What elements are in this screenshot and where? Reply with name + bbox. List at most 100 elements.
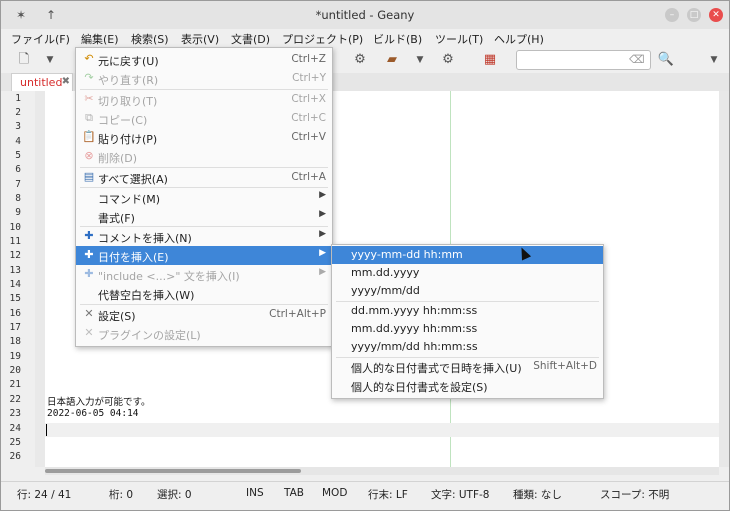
line-number: 11 xyxy=(9,236,21,247)
menu-item-plugin-preferences[interactable]: ✕ プラグインの設定(L) xyxy=(76,324,332,343)
build-dropdown-arrow-icon[interactable]: ▼ xyxy=(409,50,431,70)
date-format-item[interactable]: dd.mm.yyyy hh:mm:ss xyxy=(332,302,603,320)
line-number: 16 xyxy=(9,308,21,319)
menu-item-preferences[interactable]: ✕ 設定(S) Ctrl+Alt+P xyxy=(76,305,332,324)
copy-label: コピー(C) xyxy=(98,114,148,127)
line-number: 25 xyxy=(9,437,21,448)
menu-item-insert-date[interactable]: ✚ 日付を挿入(E) ▶ xyxy=(76,246,332,265)
line-number: 9 xyxy=(15,207,21,218)
status-insert-mode: INS xyxy=(246,487,264,499)
maximize-button[interactable]: □ xyxy=(687,8,701,22)
horizontal-scrollbar[interactable] xyxy=(45,467,719,475)
menu-help[interactable]: ヘルプ(H) xyxy=(494,31,544,47)
menu-document[interactable]: 文書(D) xyxy=(231,31,270,47)
menu-item-insert-include[interactable]: ✚ "include <...>" 文を挿入(I) ▶ xyxy=(76,265,332,284)
undo-icon: ↶ xyxy=(84,52,94,65)
status-modified: MOD xyxy=(322,487,348,499)
select-all-shortcut: Ctrl+A xyxy=(291,171,326,183)
status-indent-mode: TAB xyxy=(284,487,304,499)
text-cursor xyxy=(46,424,47,436)
paste-shortcut: Ctrl+V xyxy=(291,131,326,143)
menu-item-insert-alt-space[interactable]: 代替空白を挿入(W) xyxy=(76,284,332,303)
line-number: 26 xyxy=(9,451,21,462)
custom-date-insert-shortcut: Shift+Alt+D xyxy=(533,360,597,372)
line-number: 23 xyxy=(9,408,21,419)
paste-icon: 📋 xyxy=(82,130,96,143)
geany-window: ✶ ↑ *untitled - Geany – □ ✕ ファイル(F) 編集(E… xyxy=(0,0,730,511)
date-format-item[interactable]: yyyy-mm-dd hh:mm xyxy=(332,246,603,264)
current-line-highlight xyxy=(45,423,719,437)
date-format-label: yyyy-mm-dd hh:mm xyxy=(351,248,463,261)
tab-untitled[interactable]: untitled ✖ xyxy=(11,73,73,92)
new-file-icon[interactable]: 🗋 xyxy=(13,50,35,70)
menu-item-cut[interactable]: ✂ 切り取り(T) Ctrl+X xyxy=(76,90,332,109)
new-from-template-arrow-icon[interactable]: ▼ xyxy=(39,50,61,70)
menu-item-format[interactable]: 書式(F) ▶ xyxy=(76,207,332,226)
line-number: 3 xyxy=(15,121,21,132)
line-number: 14 xyxy=(9,279,21,290)
line-number: 2 xyxy=(15,107,21,118)
custom-date-set-item[interactable]: 個人的な日付書式を設定(S) xyxy=(332,377,603,395)
cut-icon: ✂ xyxy=(84,92,94,105)
format-label: 書式(F) xyxy=(98,212,135,225)
line-number: 13 xyxy=(9,265,21,276)
execute-icon[interactable]: ⚙ xyxy=(437,50,459,70)
compile-icon[interactable]: ⚙ xyxy=(349,50,371,70)
menu-tools[interactable]: ツール(T) xyxy=(435,31,483,47)
date-format-item[interactable]: yyyy/mm/dd xyxy=(332,282,603,300)
cut-shortcut: Ctrl+X xyxy=(291,93,326,105)
submenu-arrow-icon: ▶ xyxy=(319,267,326,277)
select-all-icon: ▤ xyxy=(83,170,95,183)
date-format-label: dd.mm.yyyy hh:mm:ss xyxy=(351,304,478,317)
menu-search[interactable]: 検索(S) xyxy=(131,31,169,47)
custom-date-insert-item[interactable]: 個人的な日付書式で日時を挿入(U) Shift+Alt+D xyxy=(332,358,603,376)
close-icon: ✕ xyxy=(712,10,720,20)
menu-file[interactable]: ファイル(F) xyxy=(11,31,70,47)
date-format-label: yyyy/mm/dd xyxy=(351,284,420,297)
maximize-icon: □ xyxy=(689,10,699,20)
vertical-scrollbar[interactable] xyxy=(719,91,729,467)
menu-item-delete[interactable]: ⊗ 削除(D) xyxy=(76,147,332,166)
close-button[interactable]: ✕ xyxy=(709,8,723,22)
tab-label: untitled xyxy=(20,76,63,89)
toolbar-overflow-arrow-icon[interactable]: ▼ xyxy=(703,50,725,70)
color-chooser-icon[interactable]: ▦ xyxy=(479,50,501,70)
line-number: 7 xyxy=(15,179,21,190)
minimize-button[interactable]: – xyxy=(665,8,679,22)
cut-label: 切り取り(T) xyxy=(98,95,158,108)
build-icon[interactable]: ▰ xyxy=(381,50,403,70)
menu-view[interactable]: 表示(V) xyxy=(181,31,219,47)
date-format-label: mm.dd.yyyy hh:mm:ss xyxy=(351,322,478,335)
line-number: 10 xyxy=(9,222,21,233)
menu-item-redo[interactable]: ↷ やり直す(R) Ctrl+Y xyxy=(76,69,332,88)
date-format-item[interactable]: mm.dd.yyyy hh:mm:ss xyxy=(332,320,603,338)
marker-margin xyxy=(35,91,45,467)
menu-item-copy[interactable]: ⧉ コピー(C) Ctrl+C xyxy=(76,109,332,128)
paste-label: 貼り付け(P) xyxy=(98,133,158,146)
custom-date-set-label: 個人的な日付書式を設定(S) xyxy=(351,381,488,394)
line-number-gutter: 1 2 3 4 5 6 7 8 9 10 11 12 13 14 15 16 1… xyxy=(1,91,35,467)
date-format-item[interactable]: yyyy/mm/dd hh:mm:ss xyxy=(332,338,603,356)
close-tab-icon[interactable]: ✖ xyxy=(62,76,70,87)
menu-item-commands[interactable]: コマンド(M) ▶ xyxy=(76,188,332,207)
submenu-arrow-icon: ▶ xyxy=(319,190,326,200)
line-number: 24 xyxy=(9,423,21,434)
insert-date-label: 日付を挿入(E) xyxy=(98,251,169,264)
line-number: 4 xyxy=(15,136,21,147)
insert-date-submenu: yyyy-mm-dd hh:mm mm.dd.yyyy yyyy/mm/dd d… xyxy=(331,244,604,399)
menu-item-paste[interactable]: 📋 貼り付け(P) Ctrl+V xyxy=(76,128,332,147)
horizontal-scroll-thumb[interactable] xyxy=(45,469,301,473)
delete-label: 削除(D) xyxy=(98,152,138,165)
menu-item-undo[interactable]: ↶ 元に戻す(U) Ctrl+Z xyxy=(76,50,332,69)
status-line-ending: 行末: LF xyxy=(368,489,408,501)
clear-search-icon[interactable]: ⌫ xyxy=(629,53,645,66)
status-scope: スコープ: 不明 xyxy=(600,489,670,501)
date-format-item[interactable]: mm.dd.yyyy xyxy=(332,264,603,282)
submenu-arrow-icon: ▶ xyxy=(319,209,326,219)
menu-build[interactable]: ビルド(B) xyxy=(373,31,422,47)
search-icon[interactable]: 🔍 xyxy=(655,50,677,70)
menu-project[interactable]: プロジェクト(P) xyxy=(282,31,363,47)
menu-item-insert-comment[interactable]: ✚ コメントを挿入(N) ▶ xyxy=(76,227,332,246)
menu-item-select-all[interactable]: ▤ すべて選択(A) Ctrl+A xyxy=(76,168,332,187)
submenu-arrow-icon: ▶ xyxy=(319,248,326,258)
